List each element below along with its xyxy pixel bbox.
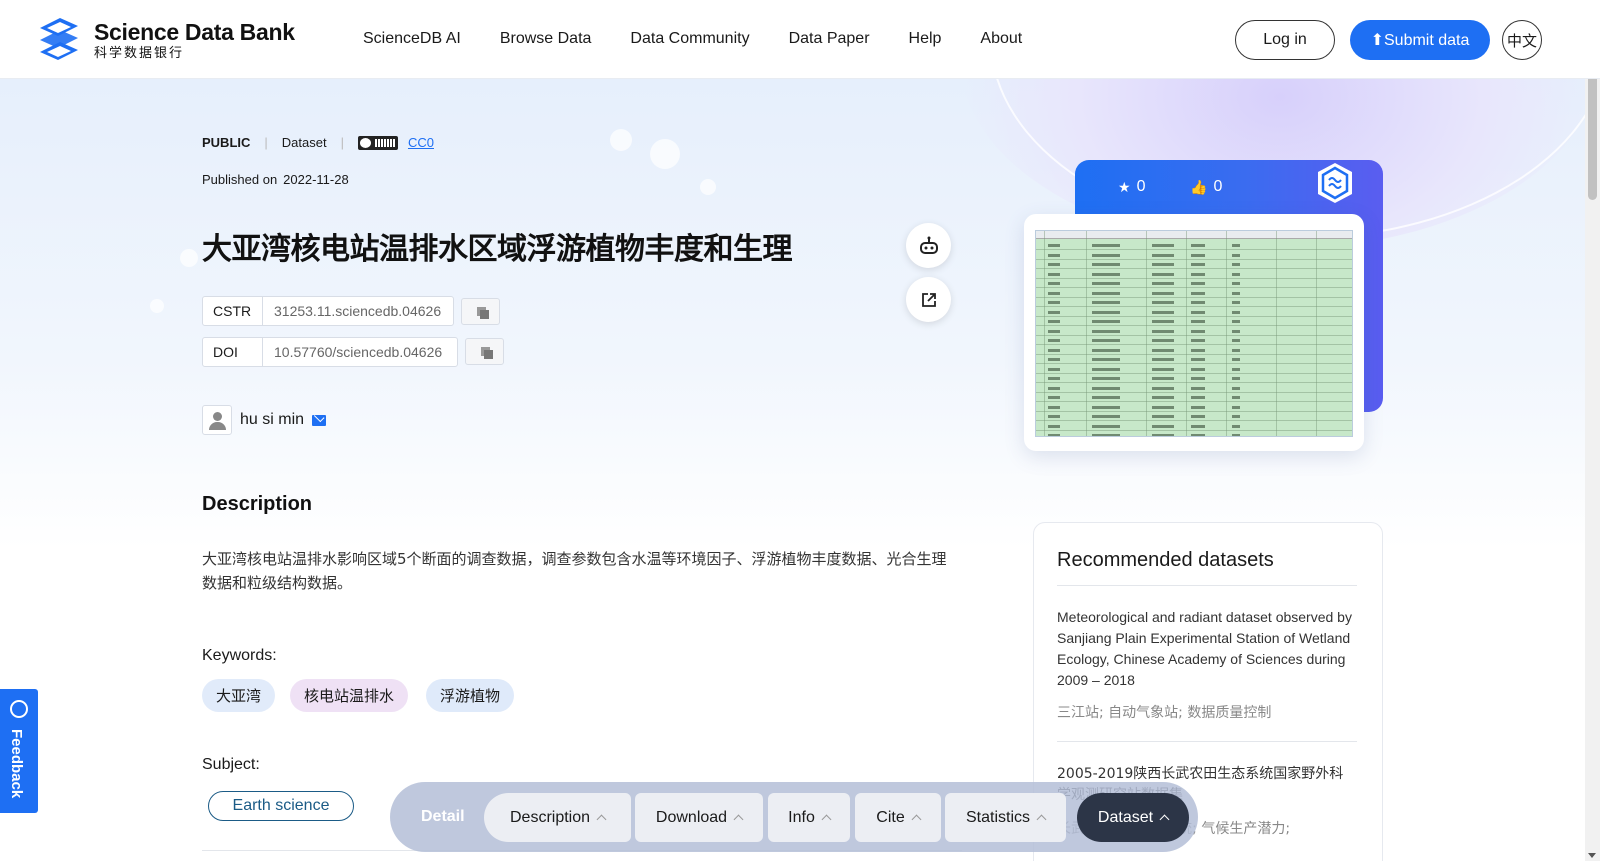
detail-label: Detail [421,808,465,825]
cstr-value: 31253.11.sciencedb.04626 [274,303,442,319]
submit-data-label: Submit data [1384,32,1470,49]
nav-browse-data[interactable]: Browse Data [500,30,592,48]
tab-label: Statistics [965,808,1030,826]
thumbs-up-icon: 👍 [1190,178,1208,195]
like-count[interactable]: 👍 0 [1190,178,1222,196]
page-scrollbar[interactable] [1585,0,1600,861]
keyword-tag[interactable]: 浮游植物 [426,679,515,712]
copy-cstr-button[interactable] [461,298,500,325]
recommended-heading: Recommended datasets [1057,549,1274,571]
mail-icon[interactable] [312,414,327,426]
tab-info[interactable]: Info [768,793,850,842]
nav-help[interactable]: Help [909,30,942,48]
tab-label: Dataset [1097,808,1154,826]
spreadsheet-thumbnail [1035,230,1353,437]
published-date-value: 2022-11-28 [283,172,349,187]
description-heading: Description [202,493,313,515]
molecule-decoration [650,139,680,169]
divider [1057,585,1357,586]
keyword-tag[interactable]: 核电站温排水 [290,679,409,712]
submit-data-button[interactable]: ⬆Submit data [1350,20,1490,60]
tab-description[interactable]: Description [484,793,631,842]
divider [1057,741,1357,742]
chevron-up-icon [911,814,922,825]
star-count-value: 0 [1136,178,1146,195]
robot-icon [919,236,938,254]
doi-field: DOI 10.57760/sciencedb.04626 [202,337,458,367]
tab-label: Cite [876,808,905,826]
upload-icon: ⬆ [1370,32,1384,49]
tab-label: Info [788,808,815,826]
meta-separator: | [340,135,344,150]
logo-icon [40,18,78,60]
chevron-up-icon [596,814,607,825]
feedback-icon [10,700,28,718]
external-link-icon [921,292,936,307]
keyword-tag[interactable]: 大亚湾 [202,679,276,712]
chevron-up-icon [733,814,744,825]
main-nav: ScienceDB AI Browse Data Data Community … [363,30,1061,48]
star-icon: ★ [1118,178,1131,195]
molecule-decoration [700,179,716,195]
recommended-item-tags: 三江站; 自动气象站; 数据质量控制 [1057,705,1272,721]
chevron-up-icon [821,814,832,825]
molecule-decoration [180,249,198,267]
tab-download[interactable]: Download [635,793,763,842]
doi-value: 10.57760/sciencedb.04626 [274,344,443,360]
public-domain-icon [357,135,398,150]
published-date: Published on 2022-11-28 [202,172,349,187]
scroll-down-icon[interactable] [1588,853,1596,858]
cstr-label: CSTR [203,297,263,325]
meta-separator: | [264,135,268,150]
description-text: 大亚湾核电站温排水影响区域5个断面的调查数据，调查参数包含水温等环境因子、浮游植… [202,550,947,592]
dataset-meta-row: PUBLIC | Dataset | CC0 [202,135,434,150]
tab-label: Description [509,808,591,826]
published-label: Published on [202,172,278,187]
like-count-value: 0 [1213,178,1223,195]
access-badge: PUBLIC [202,135,251,150]
chevron-up-icon [1036,814,1047,825]
share-button[interactable] [906,277,951,322]
license-link[interactable]: CC0 [408,135,434,150]
nav-data-community[interactable]: Data Community [630,30,749,48]
logo[interactable]: Science Data Bank 科学数据银行 [30,12,295,68]
site-header: Science Data Bank 科学数据银行 ScienceDB AI Br… [0,0,1600,79]
cstr-field: CSTR 31253.11.sciencedb.04626 [202,296,454,326]
login-button[interactable]: Log in [1235,20,1335,60]
tab-label: Download [655,808,728,826]
logo-text-en: Science Data Bank [94,19,295,45]
nav-data-paper[interactable]: Data Paper [789,30,870,48]
copy-doi-button[interactable] [465,338,504,365]
tab-dataset[interactable]: Dataset [1077,793,1189,842]
nav-sciencedb-ai[interactable]: ScienceDB AI [363,30,461,48]
tab-cite[interactable]: Cite [855,793,941,842]
dataset-title: 大亚湾核电站温排水区域浮游植物丰度和生理 [202,232,793,267]
recommended-item-title[interactable]: Meteorological and radiant dataset obser… [1057,607,1357,691]
nav-about[interactable]: About [980,30,1022,48]
star-count[interactable]: ★ 0 [1118,178,1145,196]
language-toggle[interactable]: 中文 [1502,20,1542,60]
dataset-type: Dataset [281,135,327,150]
logo-text-cn: 科学数据银行 [94,45,185,60]
tab-statistics[interactable]: Statistics [945,793,1066,842]
subject-label: Subject: [202,756,260,773]
author-row: hu si min [202,405,327,435]
certified-badge-icon [1318,163,1352,203]
subject-tag[interactable]: Earth science [208,791,354,821]
molecule-decoration [150,299,164,313]
molecule-decoration [610,129,632,151]
keywords-label: Keywords: [202,647,277,664]
chevron-up-icon [1159,814,1170,825]
doi-label: DOI [203,338,263,366]
feedback-label: Feedback [8,729,25,799]
author-avatar-icon [202,405,232,435]
feedback-tab[interactable]: Feedback [0,689,38,813]
ai-assistant-button[interactable] [906,223,951,268]
author-name[interactable]: hu si min [240,411,304,429]
